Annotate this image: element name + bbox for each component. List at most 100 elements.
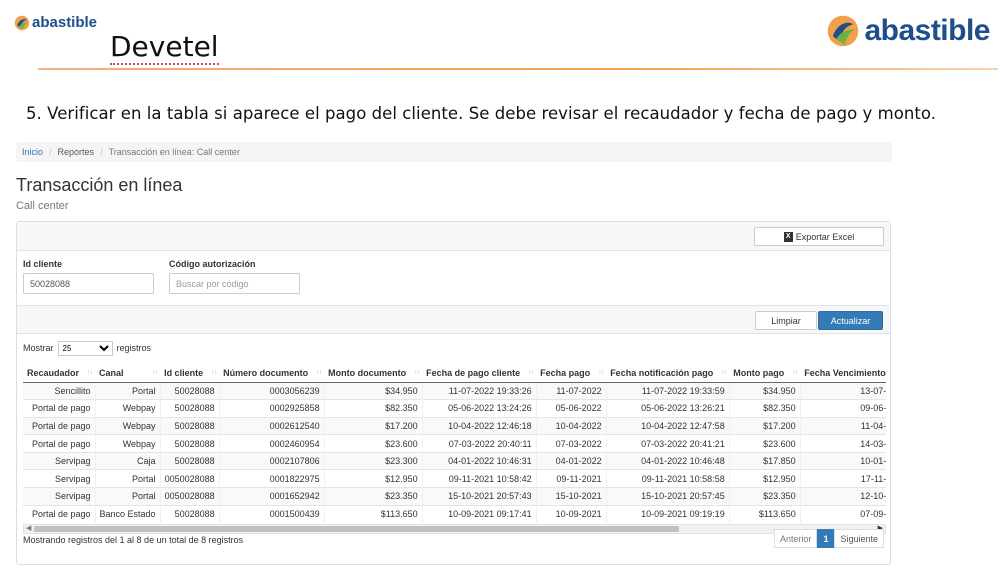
table-row: Servipag Portal 0050028088 0001822975 $12.95… bbox=[23, 469, 886, 488]
table-cell: 50028088 bbox=[159, 416, 220, 435]
table-row: Portal de pago Webpay 50028088 0002612540 $1… bbox=[23, 416, 886, 435]
column-header[interactable]: Fecha Vencimiento↑↓ bbox=[800, 365, 886, 383]
breadcrumb-separator: / bbox=[49, 147, 52, 157]
flame-logo-icon bbox=[14, 15, 30, 30]
export-excel-label: Exportar Excel bbox=[795, 231, 855, 242]
report-panel: X Exportar Excel Id cliente Código autor… bbox=[16, 221, 891, 565]
column-header[interactable]: Recaudador ↑↓ bbox=[23, 365, 96, 383]
sort-arrows-icon: ↑↓ bbox=[792, 369, 798, 376]
table-cell: 0001500439 bbox=[218, 504, 325, 523]
sort-arrows-icon: ↑↓ bbox=[152, 369, 158, 376]
client-id-label: Id cliente bbox=[23, 259, 63, 269]
table-cell: $17.200 bbox=[728, 416, 801, 435]
table-cell: 09-11-2021 10:58:42 bbox=[421, 469, 537, 488]
logo-wordmark-small: abastible bbox=[32, 14, 98, 31]
table-cell: 0002925858 bbox=[218, 399, 325, 418]
table-cell: Portal bbox=[94, 381, 161, 400]
table-cell: $82.350 bbox=[728, 399, 801, 418]
table-cell: Sencillito bbox=[23, 381, 96, 400]
table-cell: Portal bbox=[94, 487, 161, 506]
sort-arrows-icon: ↑↓ bbox=[598, 369, 604, 376]
auth-code-label: Código autorización bbox=[169, 259, 256, 269]
table-cell: 04-01-2022 10:46:31 bbox=[421, 451, 537, 470]
auth-code-input[interactable] bbox=[169, 273, 300, 294]
table-cell: 10-04-2022 12:46:18 bbox=[421, 416, 537, 435]
table-cell: Servipag bbox=[23, 451, 96, 470]
table-cell: 17-11-2C bbox=[799, 469, 886, 488]
pagination: Anterior 1 Siguiente bbox=[773, 529, 884, 548]
client-id-input[interactable] bbox=[23, 273, 154, 294]
table-cell: Webpay bbox=[94, 416, 161, 435]
sort-arrows-icon: ↑↓ bbox=[211, 369, 217, 376]
table-cell: 50028088 bbox=[159, 504, 220, 523]
slide-title: Devetel bbox=[110, 30, 219, 65]
length-prefix: Mostrar bbox=[23, 343, 54, 353]
table-cell: 50028088 bbox=[159, 434, 220, 453]
table-row: Portal de pago Webpay 50028088 0002460954 $2… bbox=[23, 434, 886, 453]
table-row: Portal de pago Banco Estado 50028088 000150… bbox=[23, 504, 886, 523]
table-cell: 0002107806 bbox=[218, 451, 325, 470]
table-cell: Portal de pago bbox=[23, 399, 96, 418]
table-cell: 15-10-2021 20:57:43 bbox=[421, 487, 537, 506]
refresh-button[interactable]: Actualizar bbox=[818, 311, 883, 330]
page-length-control: Mostrar 25 registros bbox=[23, 340, 884, 356]
logo-wordmark-large: abastible bbox=[864, 14, 990, 47]
table-cell: Portal bbox=[94, 469, 161, 488]
table-cell: $34.950 bbox=[323, 381, 423, 400]
column-header[interactable]: Número documento ↑↓ bbox=[219, 365, 325, 383]
breadcrumb-current: Transacción en línea: Call center bbox=[108, 147, 240, 157]
column-header[interactable]: Fecha pago ↑↓ bbox=[536, 365, 607, 383]
column-header[interactable]: Id cliente ↑↓ bbox=[160, 365, 220, 383]
table-cell: 0002612540 bbox=[218, 416, 325, 435]
table-cell: Portal de pago bbox=[23, 416, 96, 435]
page-length-select[interactable]: 25 bbox=[57, 340, 113, 356]
column-header[interactable]: Canal ↑↓ bbox=[95, 365, 161, 383]
column-header-label: Monto documento bbox=[328, 368, 407, 379]
table-cell: 0050028088 bbox=[159, 487, 220, 506]
column-header-label: Fecha Vencimiento bbox=[804, 368, 886, 379]
next-page-button[interactable]: Siguiente bbox=[834, 529, 884, 548]
top-toolbar: X Exportar Excel bbox=[17, 222, 890, 251]
column-header[interactable]: Monto documento ↑↓ bbox=[324, 365, 423, 383]
table-row: Servipag Portal 0050028088 0001652942 $23.35… bbox=[23, 487, 886, 506]
abastible-logo-small: abastible bbox=[14, 14, 97, 31]
table-cell: 11-07-2022 bbox=[535, 381, 607, 400]
table-cell: 11-04-2C bbox=[799, 416, 886, 435]
table-cell: $17.850 bbox=[728, 451, 801, 470]
table-cell: Caja bbox=[94, 451, 161, 470]
export-excel-button[interactable]: X Exportar Excel bbox=[754, 227, 884, 246]
table-cell: 12-10-2C bbox=[799, 487, 886, 506]
table-cell: 04-01-2022 bbox=[535, 451, 607, 470]
table-cell: $12.950 bbox=[323, 469, 423, 488]
breadcrumb-home-link[interactable]: Inicio bbox=[22, 147, 43, 157]
column-header[interactable]: Fecha de pago cliente ↑↓ bbox=[422, 365, 537, 383]
breadcrumb-separator: / bbox=[100, 147, 103, 157]
table-cell: 10-09-2021 09:19:19 bbox=[605, 504, 730, 523]
filter-form: Id cliente Código autorización bbox=[17, 251, 890, 306]
prev-page-button[interactable]: Anterior bbox=[773, 529, 818, 548]
report-app: Inicio / Reportes / Transacción en línea… bbox=[16, 142, 892, 583]
page-1-button[interactable]: 1 bbox=[817, 529, 835, 548]
table-cell: 11-07-2022 19:33:26 bbox=[421, 381, 537, 400]
column-header-label: Fecha de pago cliente bbox=[426, 368, 521, 379]
abastible-logo-large: abastible bbox=[826, 14, 990, 48]
table-cell: 0003056239 bbox=[218, 381, 325, 400]
table-cell: $17.200 bbox=[323, 416, 423, 435]
table-cell: Banco Estado bbox=[94, 504, 161, 523]
column-header-label: Número documento bbox=[223, 368, 309, 379]
clear-button[interactable]: Limpiar bbox=[755, 311, 817, 330]
column-header[interactable]: Fecha notificación pago ↑↓ bbox=[606, 365, 730, 383]
table-cell: $113.650 bbox=[728, 504, 801, 523]
table-cell: 0050028088 bbox=[159, 469, 220, 488]
column-header-label: Fecha pago bbox=[540, 368, 591, 379]
table-row: Sencillito Portal 50028088 0003056239 $34.95… bbox=[23, 381, 886, 400]
table-cell: 0001652942 bbox=[218, 487, 325, 506]
table-cell: 05-06-2022 13:24:26 bbox=[421, 399, 537, 418]
table-cell: Servipag bbox=[23, 469, 96, 488]
table-cell: 15-10-2021 bbox=[535, 487, 607, 506]
table-cell: 10-04-2022 12:47:58 bbox=[605, 416, 730, 435]
column-header[interactable]: Monto pago ↑↓ bbox=[729, 365, 801, 383]
column-header-label: Monto pago bbox=[733, 368, 785, 379]
table-cell: 15-10-2021 20:57:45 bbox=[605, 487, 730, 506]
table-cell: 10-04-2022 bbox=[535, 416, 607, 435]
